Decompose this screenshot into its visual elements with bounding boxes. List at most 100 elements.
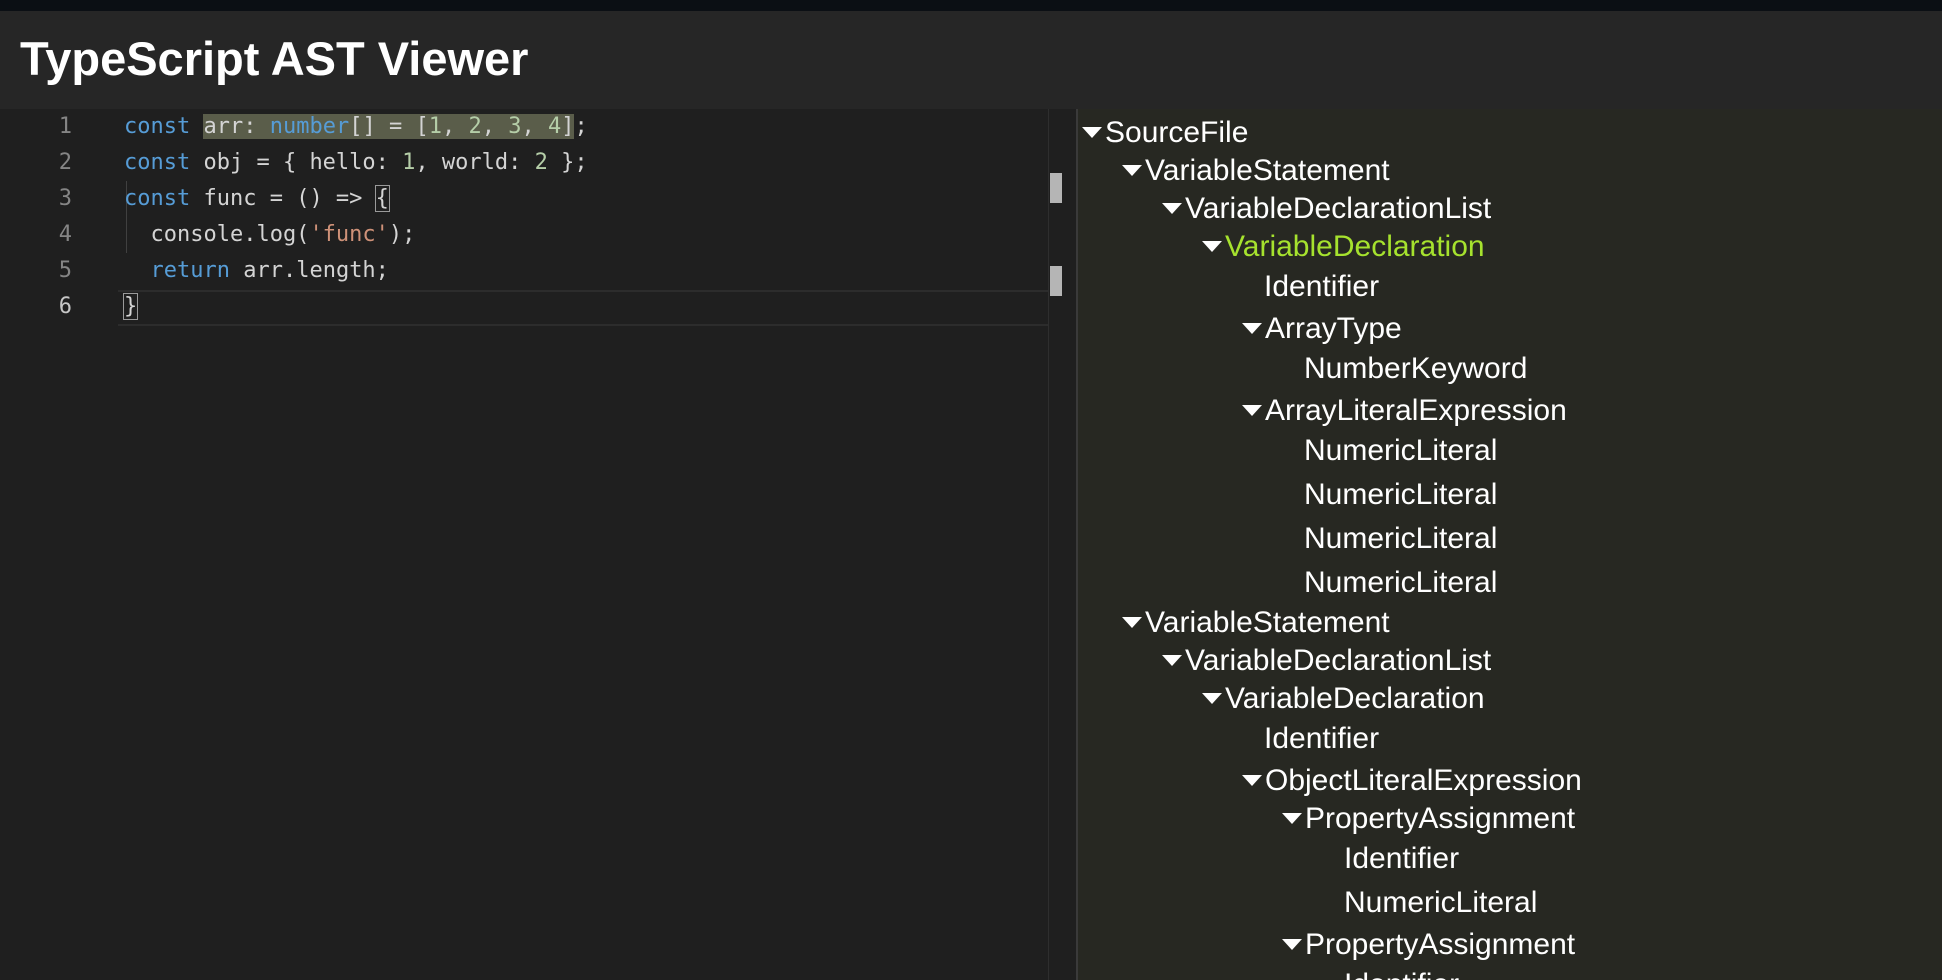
code-token: {	[374, 185, 390, 212]
ast-node-label: VariableStatement	[1145, 606, 1390, 639]
ast-node-label: ArrayType	[1265, 312, 1402, 345]
code-line[interactable]: console.log('func');	[124, 217, 415, 253]
ast-node-label: PropertyAssignment	[1305, 802, 1576, 835]
scrollbar-marker-cursor	[1050, 266, 1062, 296]
ast-node[interactable]: NumericLiteral	[1304, 431, 1497, 471]
code-line[interactable]: const func = () => {	[124, 181, 390, 217]
ast-node[interactable]: Identifier	[1344, 839, 1459, 879]
ast-node-label: NumericLiteral	[1304, 522, 1498, 555]
code-token: =	[388, 114, 403, 139]
code-token: [	[415, 114, 429, 139]
code-token: ,	[441, 114, 456, 139]
code-token: arr:	[203, 114, 257, 139]
ast-node[interactable]: NumericLiteral	[1304, 475, 1497, 515]
code-token: };	[547, 150, 588, 175]
code-token: console.log(	[124, 222, 310, 247]
ast-node[interactable]: Identifier	[1264, 267, 1379, 307]
ast-node[interactable]: ArrayType	[1242, 309, 1402, 349]
ast-node-label: PropertyAssignment	[1305, 928, 1576, 961]
caret-down-icon[interactable]	[1282, 938, 1302, 950]
ast-node[interactable]: NumericLiteral	[1304, 563, 1497, 603]
scrollbar-marker-selection	[1050, 173, 1062, 203]
code-editor[interactable]: 123456 const arr: number[] = [1, 2, 3, 4…	[0, 109, 1048, 980]
ast-tree-panel: SourceFile VariableStatement VariableDecla…	[1078, 109, 1942, 980]
code-token: number	[269, 114, 350, 139]
ast-node[interactable]: ArrayLiteralExpression	[1242, 391, 1567, 431]
ast-node[interactable]: NumericLiteral	[1344, 883, 1537, 923]
code-text-area[interactable]: const arr: number[] = [1, 2, 3, 4]; const…	[122, 109, 1048, 980]
caret-down-icon[interactable]	[1242, 404, 1262, 416]
code-token	[256, 114, 270, 139]
ast-node-label: NumericLiteral	[1304, 566, 1498, 599]
caret-down-icon[interactable]	[1202, 692, 1222, 704]
ast-node[interactable]: Identifier	[1344, 965, 1459, 980]
code-token: 2	[468, 114, 482, 139]
code-line[interactable]: const obj = { hello: 1, world: 2 };	[124, 145, 588, 181]
ast-node[interactable]: ObjectLiteralExpression	[1242, 761, 1582, 801]
line-number-gutter: 1 2 3 4 5 6	[0, 109, 100, 980]
ast-node[interactable]: PropertyAssignment	[1282, 799, 1575, 839]
caret-down-icon[interactable]	[1162, 654, 1182, 666]
ast-node-label: NumericLiteral	[1304, 478, 1498, 511]
caret-down-icon[interactable]	[1242, 774, 1262, 786]
ast-node-label: ObjectLiteralExpression	[1265, 764, 1582, 797]
ast-node[interactable]: VariableDeclaration	[1202, 679, 1485, 719]
code-token: const	[124, 150, 191, 175]
code-token: 4	[547, 114, 562, 139]
code-line[interactable]: }	[122, 289, 139, 325]
code-token: []	[349, 114, 376, 139]
caret-down-icon[interactable]	[1202, 240, 1222, 252]
editor-scrollbar[interactable]	[1048, 109, 1076, 980]
ast-node[interactable]: VariableStatement	[1122, 603, 1390, 643]
code-token: arr.length;	[229, 258, 389, 283]
code-token: ;	[574, 114, 588, 139]
ast-node[interactable]: VariableDeclarationList	[1162, 641, 1491, 681]
ast-node[interactable]: NumericLiteral	[1304, 519, 1497, 559]
line-number: 5	[58, 258, 72, 283]
code-token: ,	[481, 114, 495, 139]
ast-node-label: Identifier	[1344, 842, 1460, 875]
code-token: const	[124, 114, 191, 139]
ast-node-label: VariableDeclarationList	[1185, 192, 1492, 225]
caret-down-icon[interactable]	[1242, 322, 1262, 334]
code-token: 1	[402, 150, 416, 175]
code-token: 1	[428, 114, 442, 139]
ast-node[interactable]: Identifier	[1264, 719, 1379, 759]
ast-node-label: SourceFile	[1105, 116, 1249, 149]
ast-node[interactable]: VariableStatement	[1122, 151, 1390, 191]
ast-node-label: VariableDeclarationList	[1185, 644, 1492, 677]
code-line[interactable]: const arr: number[] = [1, 2, 3, 4];	[124, 109, 588, 145]
code-token: }	[122, 293, 139, 320]
line-number: 1	[58, 114, 72, 139]
ast-node-label: NumericLiteral	[1304, 434, 1498, 467]
line-number: 6	[58, 294, 72, 319]
caret-down-icon[interactable]	[1162, 202, 1182, 214]
ast-node-label: VariableStatement	[1145, 154, 1390, 187]
ast-node[interactable]: SourceFile	[1082, 113, 1248, 153]
line-number: 4	[58, 222, 72, 247]
code-token	[455, 114, 469, 139]
ast-node[interactable]: VariableDeclarationList	[1162, 189, 1491, 229]
ast-node[interactable]: PropertyAssignment	[1282, 925, 1575, 965]
ast-node[interactable]: VariableDeclaration	[1202, 227, 1485, 267]
ast-node-label: VariableDeclaration	[1225, 682, 1485, 715]
code-token	[402, 114, 416, 139]
caret-down-icon[interactable]	[1122, 616, 1142, 628]
ast-node[interactable]: NumberKeyword	[1304, 349, 1527, 389]
code-line[interactable]: return arr.length;	[124, 253, 389, 289]
ast-node-label: VariableDeclaration	[1225, 230, 1485, 263]
caret-down-icon[interactable]	[1122, 164, 1142, 176]
caret-down-icon[interactable]	[1082, 126, 1102, 138]
ast-node-label: NumberKeyword	[1304, 352, 1528, 385]
code-token	[375, 114, 389, 139]
caret-down-icon[interactable]	[1282, 812, 1302, 824]
ast-node-label: Identifier	[1264, 722, 1380, 755]
code-token: 2	[534, 150, 548, 175]
code-token: 3	[508, 114, 522, 139]
ast-node-label: NumericLiteral	[1344, 886, 1538, 919]
code-token: obj = { hello:	[190, 150, 403, 175]
ast-node-label: Identifier	[1344, 968, 1459, 980]
line-number: 3	[58, 186, 72, 211]
